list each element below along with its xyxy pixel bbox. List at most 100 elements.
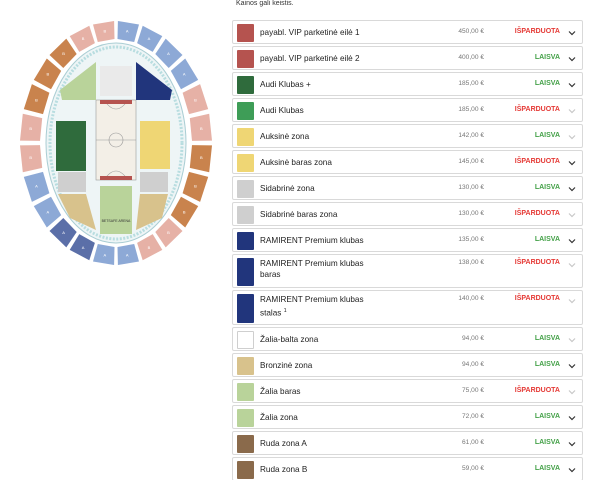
zone-row[interactable]: Ruda zona A 61,00 € LAISVA bbox=[232, 431, 583, 455]
chevron-down-icon[interactable] bbox=[567, 54, 577, 64]
chevron-down-icon[interactable] bbox=[567, 296, 577, 306]
zone-row[interactable]: Audi Klubas + 185,00 € LAISVA bbox=[232, 72, 583, 96]
zone-row[interactable]: Žalia zona 72,00 € LAISVA bbox=[232, 405, 583, 429]
zone-color-swatch bbox=[237, 102, 254, 120]
chevron-down-icon[interactable] bbox=[567, 28, 577, 38]
availability-status: IŠPARDUOTA bbox=[514, 259, 560, 266]
availability-status: LAISVA bbox=[534, 439, 560, 446]
zone-color-swatch bbox=[237, 383, 254, 401]
sector-label: A bbox=[46, 209, 49, 214]
zone-row[interactable]: Bronzinė zona 94,00 € LAISVA bbox=[232, 353, 583, 377]
sector-label: B bbox=[200, 155, 203, 160]
chevron-down-icon[interactable] bbox=[567, 387, 577, 397]
zone-price: 135,00 € bbox=[458, 236, 484, 243]
zone-name-text: payabl. VIP parketinė eilė 2 bbox=[260, 54, 360, 63]
zone-price: 145,00 € bbox=[458, 158, 484, 165]
chevron-down-icon[interactable] bbox=[567, 236, 577, 246]
zone-color-swatch bbox=[237, 461, 254, 479]
vip-courtside-row-bottom[interactable] bbox=[100, 176, 132, 180]
zone-row[interactable]: Sidabrinė zona 130,00 € LAISVA bbox=[232, 176, 583, 200]
zone-color-swatch bbox=[237, 258, 254, 286]
availability-status: LAISVA bbox=[534, 361, 560, 368]
zone-row[interactable]: RAMIRENT Premium klubas baras 138,00 € IŠP… bbox=[232, 254, 583, 288]
zone-name-text: Audi Klubas + bbox=[260, 80, 311, 89]
chevron-down-icon[interactable] bbox=[567, 80, 577, 90]
audi-klubas-plus-block[interactable] bbox=[56, 121, 86, 171]
zone-name-text: Auksinė zona bbox=[260, 132, 310, 141]
auksine-zona-block[interactable] bbox=[140, 121, 170, 169]
zone-row[interactable]: Žalia-balta zona 94,00 € LAISVA bbox=[232, 327, 583, 351]
chevron-down-icon[interactable] bbox=[567, 465, 577, 475]
zone-name-text: payabl. VIP parketinė eilė 1 bbox=[260, 28, 360, 37]
sector-label: B bbox=[29, 155, 32, 160]
sidabrine-bottom-left[interactable] bbox=[58, 172, 86, 192]
availability-status: LAISVA bbox=[534, 54, 560, 61]
sidabrine-bottom-right[interactable] bbox=[140, 172, 168, 192]
chevron-down-icon[interactable] bbox=[567, 106, 577, 116]
sector-label: A bbox=[62, 230, 65, 235]
zone-row[interactable]: Audi Klubas 185,00 € IŠPARDUOTA bbox=[232, 98, 583, 122]
zone-price: 61,00 € bbox=[462, 439, 484, 446]
zone-color-swatch bbox=[237, 435, 254, 453]
zone-name: Auksinė zona bbox=[260, 132, 380, 143]
vip-courtside-row-top[interactable] bbox=[100, 100, 132, 104]
sector-label: A bbox=[126, 29, 129, 34]
zone-name: Žalia-balta zona bbox=[260, 335, 380, 346]
chevron-down-icon[interactable] bbox=[567, 210, 577, 220]
zone-name: Sidabrinė baras zona bbox=[260, 210, 380, 221]
zone-row[interactable]: payabl. VIP parketinė eilė 1 450,00 € IŠPA… bbox=[232, 20, 583, 44]
sector-label: B bbox=[167, 230, 170, 235]
chevron-down-icon[interactable] bbox=[567, 361, 577, 371]
zone-color-swatch bbox=[237, 128, 254, 146]
availability-status: LAISVA bbox=[534, 335, 560, 342]
zone-row[interactable]: RAMIRENT Premium klubas 135,00 € LAISVA bbox=[232, 228, 583, 252]
zalia-zona-bottom[interactable] bbox=[100, 186, 132, 234]
availability-status: LAISVA bbox=[534, 132, 560, 139]
chevron-down-icon[interactable] bbox=[567, 439, 577, 449]
chevron-down-icon[interactable] bbox=[567, 335, 577, 345]
zone-name: Žalia zona bbox=[260, 413, 380, 424]
chevron-down-icon[interactable] bbox=[567, 158, 577, 168]
zone-name: RAMIRENT Premium klubas stalas 1 bbox=[260, 295, 380, 319]
availability-status: IŠPARDUOTA bbox=[514, 106, 560, 113]
zone-price: 59,00 € bbox=[462, 465, 484, 472]
sector-label: A bbox=[126, 253, 129, 258]
zone-name-text: Audi Klubas bbox=[260, 106, 304, 115]
zone-price: 450,00 € bbox=[458, 28, 484, 35]
chevron-down-icon[interactable] bbox=[567, 413, 577, 423]
zone-color-swatch bbox=[237, 154, 254, 172]
zone-price: 185,00 € bbox=[458, 106, 484, 113]
zone-row[interactable]: Ruda zona B 59,00 € LAISVA bbox=[232, 457, 583, 480]
chevron-down-icon[interactable] bbox=[567, 260, 577, 270]
zone-row[interactable]: Žalia baras 75,00 € IŠPARDUOTA bbox=[232, 379, 583, 403]
zone-row[interactable]: payabl. VIP parketinė eilė 2 400,00 € LAIS… bbox=[232, 46, 583, 70]
sidabrine-top[interactable] bbox=[100, 66, 132, 96]
zone-name: Audi Klubas + bbox=[260, 80, 380, 91]
zone-row[interactable]: RAMIRENT Premium klubas stalas 1 140,00 €… bbox=[232, 290, 583, 325]
zone-price: 72,00 € bbox=[462, 413, 484, 420]
availability-status: LAISVA bbox=[534, 80, 560, 87]
sector-label: A bbox=[167, 51, 170, 56]
zone-price: 130,00 € bbox=[458, 184, 484, 191]
zone-name-text: Žalia zona bbox=[260, 413, 298, 422]
zone-name: payabl. VIP parketinė eilė 1 bbox=[260, 28, 380, 39]
zone-name: Sidabrinė zona bbox=[260, 184, 380, 195]
zone-color-swatch bbox=[237, 76, 254, 94]
zone-name-text: RAMIRENT Premium klubas bbox=[260, 236, 364, 245]
zone-name: Žalia baras bbox=[260, 387, 380, 398]
sector-label: B bbox=[194, 97, 197, 102]
sector-label: B bbox=[29, 126, 32, 131]
chevron-down-icon[interactable] bbox=[567, 132, 577, 142]
zone-color-swatch bbox=[237, 180, 254, 198]
sector-label: B bbox=[35, 97, 38, 102]
zone-color-swatch bbox=[237, 24, 254, 42]
zone-row[interactable]: Auksinė zona 142,00 € LAISVA bbox=[232, 124, 583, 148]
zone-name-text: RAMIRENT Premium klubas baras bbox=[260, 259, 364, 279]
zone-color-swatch bbox=[237, 50, 254, 68]
zone-name: Audi Klubas bbox=[260, 106, 380, 117]
availability-status: IŠPARDUOTA bbox=[514, 210, 560, 217]
chevron-down-icon[interactable] bbox=[567, 184, 577, 194]
zone-row[interactable]: Auksinė baras zona 145,00 € IŠPARDUOTA bbox=[232, 150, 583, 174]
sector-label: B bbox=[46, 72, 49, 77]
zone-row[interactable]: Sidabrinė baras zona 130,00 € IŠPARDUOTA bbox=[232, 202, 583, 226]
